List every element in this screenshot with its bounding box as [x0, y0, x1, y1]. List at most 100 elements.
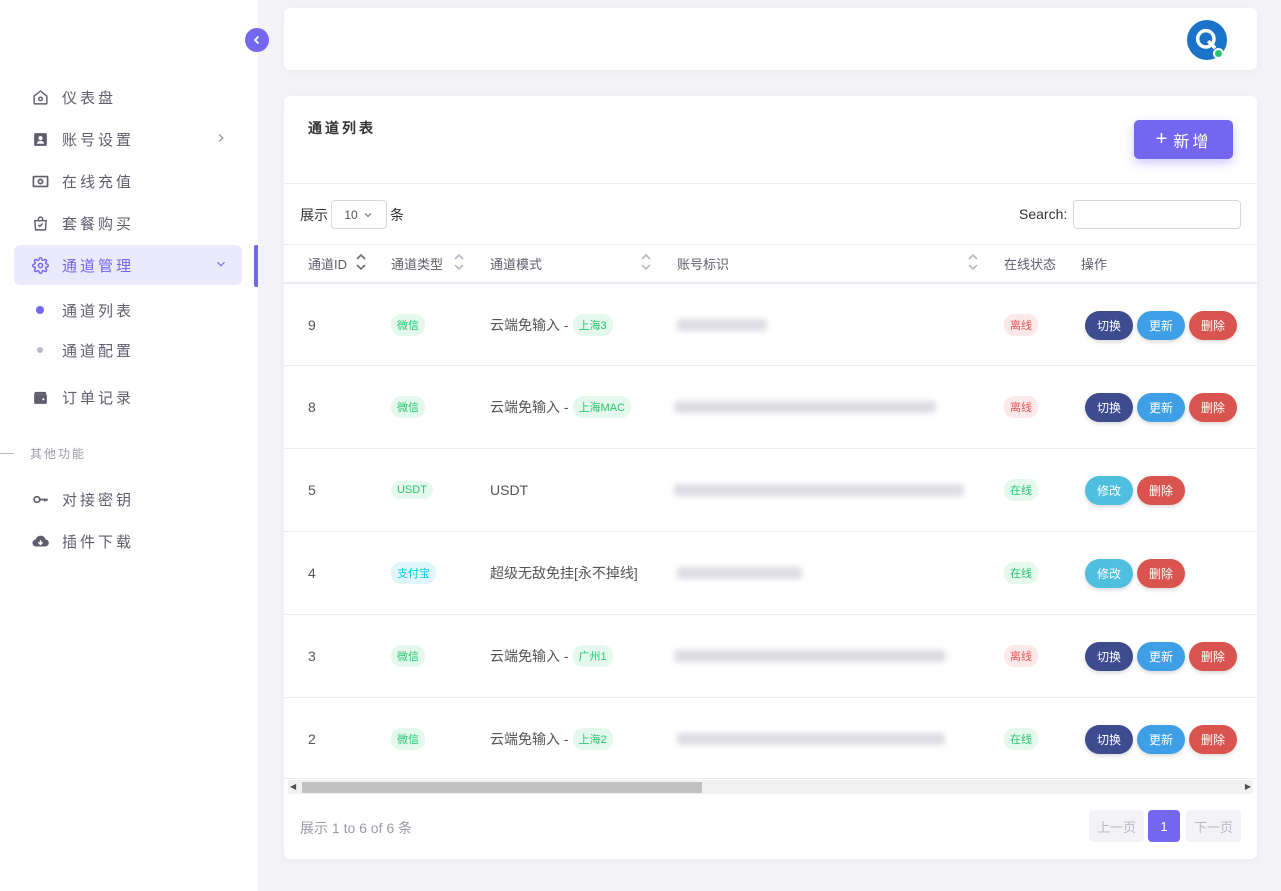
sidebar-item-label: 仪表盘 [62, 89, 117, 107]
scroll-left-icon[interactable]: ◀ [290, 782, 296, 791]
update-button[interactable]: 更新 [1137, 392, 1185, 422]
account-id-redacted [677, 319, 767, 331]
edit-button[interactable]: 修改 [1085, 558, 1133, 588]
mode-badge: 广州1 [572, 645, 613, 667]
dot-icon [37, 347, 43, 353]
section-label-text: 其他功能 [30, 446, 87, 461]
show-suffix: 条 [390, 206, 404, 223]
sidebar-subitem-channel-list[interactable]: 通道列表 [14, 292, 242, 328]
sidebar-item-api-key[interactable]: 对接密钥 [14, 479, 242, 519]
chevron-right-icon [218, 134, 224, 142]
table-row: 9 微信 云端免输入 - 上海3 离线 切换 更新 删除 [284, 282, 1257, 365]
sidebar-subitem-label: 通道列表 [62, 302, 135, 320]
status-badge: 离线 [1004, 314, 1038, 336]
sidebar-item-recharge[interactable]: 在线充值 [14, 161, 242, 201]
mode-text: 云端免输入 - [490, 648, 569, 664]
type-badge: 微信 [391, 645, 425, 667]
sort-icon[interactable] [640, 252, 652, 272]
page-1-button[interactable]: 1 [1148, 810, 1180, 842]
cell-id: 5 [308, 482, 316, 498]
th-channel-id[interactable]: 通道ID [308, 244, 347, 282]
sidebar-item-plugin-download[interactable]: 插件下载 [14, 521, 242, 561]
delete-button[interactable]: 删除 [1189, 724, 1237, 754]
table-info: 展示 1 to 6 of 6 条 [300, 820, 413, 836]
mode-text: USDT [490, 482, 529, 498]
mode-text: 云端免输入 - [490, 399, 569, 415]
switch-button[interactable]: 切换 [1085, 724, 1133, 754]
th-channel-type[interactable]: 通道类型 [391, 244, 443, 282]
status-badge: 在线 [1004, 479, 1038, 501]
sidebar-item-channel-management[interactable]: 通道管理 [14, 245, 242, 285]
sort-icon[interactable] [355, 252, 367, 272]
sidebar-item-label: 套餐购买 [62, 215, 135, 233]
cloud-download-icon [31, 532, 49, 550]
table-row: 8 微信 云端免输入 - 上海MAC 离线 切换 更新 删除 [284, 365, 1257, 448]
th-account-id[interactable]: 账号标识 [677, 244, 729, 282]
sidebar-item-label: 在线充值 [62, 173, 135, 191]
cell-id: 4 [308, 565, 316, 581]
home-icon [31, 88, 49, 106]
delete-button[interactable]: 删除 [1137, 558, 1185, 588]
table-bottom-border [284, 778, 1257, 779]
switch-button[interactable]: 切换 [1085, 392, 1133, 422]
table-row: 2 微信 云端免输入 - 上海2 在线 切换 更新 删除 [284, 697, 1257, 780]
mode-text: 云端免输入 - [490, 731, 569, 747]
scrollbar-thumb[interactable] [302, 782, 702, 793]
add-channel-button[interactable]: + 新增 [1134, 120, 1233, 159]
page-length-select[interactable]: 10 [331, 200, 387, 229]
prev-page-button[interactable]: 上一页 [1089, 810, 1144, 842]
key-icon [31, 490, 49, 508]
account-id-redacted [674, 401, 936, 413]
sidebar-item-label: 账号设置 [62, 131, 135, 149]
delete-button[interactable]: 删除 [1189, 641, 1237, 671]
chevron-left-icon [253, 35, 260, 45]
th-channel-mode[interactable]: 通道模式 [490, 244, 542, 282]
update-button[interactable]: 更新 [1137, 310, 1185, 340]
update-button[interactable]: 更新 [1137, 641, 1185, 671]
sidebar-item-order-records[interactable]: 订单记录 [14, 377, 242, 417]
next-page-button[interactable]: 下一页 [1186, 810, 1241, 842]
shopping-bag-icon [31, 214, 49, 232]
type-badge: USDT [391, 481, 433, 499]
status-badge: 离线 [1004, 396, 1038, 418]
active-dot-icon [36, 306, 44, 314]
status-badge: 在线 [1004, 728, 1038, 750]
sidebar-subitem-channel-config[interactable]: 通道配置 [14, 332, 242, 368]
plus-icon: + [1155, 128, 1168, 150]
scroll-right-icon[interactable]: ▶ [1245, 782, 1251, 791]
wallet-icon [31, 388, 49, 406]
status-badge: 离线 [1004, 645, 1038, 667]
search-label: Search: [1019, 206, 1068, 222]
show-prefix: 展示 [300, 206, 328, 223]
mode-text: 超级无敌免挂[永不掉线] [490, 565, 638, 581]
search-input[interactable] [1073, 200, 1241, 229]
collapse-sidebar-button[interactable] [245, 28, 269, 52]
sidebar-item-account-settings[interactable]: 账号设置 [14, 119, 242, 159]
delete-button[interactable]: 删除 [1189, 392, 1237, 422]
online-status-dot [1213, 48, 1224, 59]
switch-button[interactable]: 切换 [1085, 310, 1133, 340]
table-row: 4 支付宝 超级无敌免挂[永不掉线] 在线 修改 删除 [284, 531, 1257, 614]
sort-icon[interactable] [453, 252, 465, 272]
sort-icon[interactable] [967, 252, 979, 272]
user-card-icon [31, 130, 49, 148]
delete-button[interactable]: 删除 [1189, 310, 1237, 340]
switch-button[interactable]: 切换 [1085, 641, 1133, 671]
card-divider [284, 183, 1257, 184]
chevron-down-icon [364, 212, 372, 217]
update-button[interactable]: 更新 [1137, 724, 1185, 754]
sidebar-item-dashboard[interactable]: 仪表盘 [14, 77, 242, 117]
table-row: 5 USDT USDT 在线 修改 删除 [284, 448, 1257, 531]
active-indicator [254, 245, 258, 287]
mode-badge: 上海2 [572, 728, 613, 750]
type-badge: 微信 [391, 314, 425, 336]
delete-button[interactable]: 删除 [1137, 475, 1185, 505]
account-id-redacted [677, 733, 945, 745]
sidebar-item-label: 订单记录 [62, 389, 135, 407]
chevron-down-icon [217, 261, 225, 267]
section-label-other: 其他功能 [0, 443, 86, 463]
sidebar-subitem-label: 通道配置 [62, 342, 135, 360]
edit-button[interactable]: 修改 [1085, 475, 1133, 505]
horizontal-scrollbar[interactable]: ◀ ▶ [288, 780, 1253, 794]
sidebar-item-package-purchase[interactable]: 套餐购买 [14, 203, 242, 243]
